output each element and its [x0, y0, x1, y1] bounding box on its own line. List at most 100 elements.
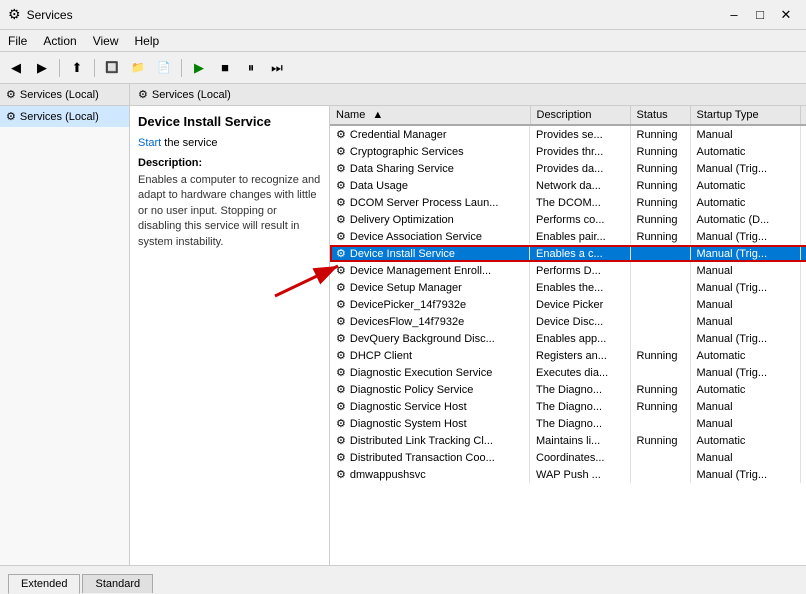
service-name-text: Distributed Link Tracking Cl...	[350, 435, 493, 447]
left-panel: ⚙ Services (Local) ⚙ Services (Local)	[0, 84, 130, 565]
close-button[interactable]: ✕	[774, 3, 798, 27]
col-status[interactable]: Status	[630, 106, 690, 125]
service-startup-cell: Manual	[690, 449, 800, 466]
table-row[interactable]: ⚙Device Association ServiceEnables pair.…	[330, 228, 806, 245]
service-log-cell: Loc	[800, 177, 806, 194]
table-row[interactable]: ⚙Device Management Enroll...Performs D..…	[330, 262, 806, 279]
table-row[interactable]: ⚙DevQuery Background Disc...Enables app.…	[330, 330, 806, 347]
service-icon: ⚙	[336, 366, 346, 379]
right-panel: ⚙ Services (Local) Device Install Servic…	[130, 84, 806, 565]
service-startup-cell: Automatic	[690, 177, 800, 194]
right-panel-title: Services (Local)	[152, 89, 231, 101]
up-button[interactable]: ⬆	[65, 56, 89, 80]
start-service-button[interactable]: ▶	[187, 56, 211, 80]
folder-button[interactable]: 📁	[126, 56, 150, 80]
props-button[interactable]: 📄	[152, 56, 176, 80]
table-row[interactable]: ⚙Delivery OptimizationPerforms co...Runn…	[330, 211, 806, 228]
service-name-cell: ⚙Diagnostic Execution Service	[330, 364, 530, 381]
service-name-text: Device Setup Manager	[350, 282, 462, 294]
table-row[interactable]: ⚙Cryptographic ServicesProvides thr...Ru…	[330, 143, 806, 160]
service-startup-cell: Automatic	[690, 432, 800, 449]
service-icon: ⚙	[336, 179, 346, 192]
table-row[interactable]: ⚙DCOM Server Process Laun...The DCOM...R…	[330, 194, 806, 211]
table-row[interactable]: ⚙Diagnostic System HostThe Diagno...Manu…	[330, 415, 806, 432]
service-desc-cell: The Diagno...	[530, 398, 630, 415]
table-row[interactable]: ⚙Device Setup ManagerEnables the...Manua…	[330, 279, 806, 296]
show-hide-button[interactable]: 🔲	[100, 56, 124, 80]
tree-item-services-local[interactable]: ⚙ Services (Local)	[0, 106, 129, 127]
table-row[interactable]: ⚙DevicesFlow_14f7932eDevice Disc... Manua…	[330, 313, 806, 330]
service-name-cell: ⚙Device Association Service	[330, 228, 530, 245]
service-status-cell	[630, 296, 690, 313]
service-desc-cell: Device Disc...	[530, 313, 630, 330]
service-log-cell: Loc	[800, 432, 806, 449]
restart-service-button[interactable]: ⏭	[265, 56, 289, 80]
menu-help[interactable]: Help	[127, 32, 168, 50]
menu-bar: File Action View Help	[0, 30, 806, 52]
table-row[interactable]: ⚙DHCP ClientRegisters an...RunningAutoma…	[330, 347, 806, 364]
col-description[interactable]: Description	[530, 106, 630, 125]
service-icon: ⚙	[336, 281, 346, 294]
service-desc-cell: Device Picker	[530, 296, 630, 313]
service-info-panel: Device Install Service Start the service…	[130, 106, 330, 565]
service-name-cell: ⚙Data Sharing Service	[330, 160, 530, 177]
col-name[interactable]: Name ▲	[330, 106, 530, 125]
main-container: ⚙ Services (Local) ⚙ Services (Local) ⚙ …	[0, 84, 806, 565]
pause-service-button[interactable]: ⏸	[239, 56, 263, 80]
service-status-cell: Running	[630, 160, 690, 177]
service-startup-cell: Manual	[690, 415, 800, 432]
service-name-text: DevicesFlow_14f7932e	[350, 316, 464, 328]
service-name-cell: ⚙DHCP Client	[330, 347, 530, 364]
service-name-text: Device Association Service	[350, 231, 482, 243]
service-log-cell: Loc	[800, 194, 806, 211]
tab-standard[interactable]: Standard	[82, 574, 153, 593]
menu-action[interactable]: Action	[35, 32, 84, 50]
col-log[interactable]: Log...	[800, 106, 806, 125]
service-name-cell: ⚙DevicesFlow_14f7932e	[330, 313, 530, 330]
table-row[interactable]: ⚙Distributed Transaction Coo...Coordinat…	[330, 449, 806, 466]
table-row[interactable]: ⚙Credential ManagerProvides se...Running…	[330, 125, 806, 143]
service-name-text: Distributed Transaction Coo...	[350, 452, 495, 464]
service-name-cell: ⚙Distributed Link Tracking Cl...	[330, 432, 530, 449]
table-row[interactable]: ⚙Diagnostic Policy ServiceThe Diagno...R…	[330, 381, 806, 398]
title-bar: ⚙ Services – □ ✕	[0, 0, 806, 30]
service-icon: ⚙	[336, 298, 346, 311]
service-name-cell: ⚙dmwappushsvc	[330, 466, 530, 483]
service-name-cell: ⚙Device Install Service	[330, 245, 530, 262]
col-startup[interactable]: Startup Type	[690, 106, 800, 125]
table-row[interactable]: ⚙Diagnostic Service HostThe Diagno...Run…	[330, 398, 806, 415]
table-row[interactable]: ⚙Data UsageNetwork da...RunningAutomatic…	[330, 177, 806, 194]
service-name-text: DHCP Client	[350, 350, 412, 362]
service-startup-cell: Automatic	[690, 381, 800, 398]
service-status-cell: Running	[630, 228, 690, 245]
maximize-button[interactable]: □	[748, 3, 772, 27]
table-row[interactable]: ⚙Device Install ServiceEnables a c...Man…	[330, 245, 806, 262]
table-row[interactable]: ⚙Diagnostic Execution ServiceExecutes di…	[330, 364, 806, 381]
service-startup-cell: Manual	[690, 296, 800, 313]
service-name-text: Data Usage	[350, 180, 408, 192]
table-container[interactable]: Name ▲ Description Status Startup Type	[330, 106, 806, 565]
forward-button[interactable]: ▶	[30, 56, 54, 80]
table-row[interactable]: ⚙Data Sharing ServiceProvides da...Runni…	[330, 160, 806, 177]
tree-icon: ⚙	[6, 110, 16, 123]
table-row[interactable]: ⚙dmwappushsvcWAP Push ...Manual (Trig...…	[330, 466, 806, 483]
table-row[interactable]: ⚙Distributed Link Tracking Cl...Maintain…	[330, 432, 806, 449]
service-desc-cell: Provides se...	[530, 125, 630, 143]
service-name-cell: ⚙Device Management Enroll...	[330, 262, 530, 279]
service-startup-cell: Automatic	[690, 143, 800, 160]
service-log-cell: Loc	[800, 398, 806, 415]
service-startup-cell: Manual	[690, 313, 800, 330]
separator-3	[181, 59, 182, 77]
menu-file[interactable]: File	[0, 32, 35, 50]
start-service-link[interactable]: Start	[138, 137, 161, 149]
table-row[interactable]: ⚙DevicePicker_14f7932eDevice PickerManua…	[330, 296, 806, 313]
stop-service-button[interactable]: ■	[213, 56, 237, 80]
tab-extended[interactable]: Extended	[8, 574, 80, 594]
menu-view[interactable]: View	[85, 32, 127, 50]
service-log-cell: Loc	[800, 160, 806, 177]
minimize-button[interactable]: –	[722, 3, 746, 27]
service-log-cell: Net	[800, 449, 806, 466]
status-bar: Extended Standard	[0, 565, 806, 593]
back-button[interactable]: ◀	[4, 56, 28, 80]
service-name-text: Diagnostic Service Host	[350, 401, 467, 413]
